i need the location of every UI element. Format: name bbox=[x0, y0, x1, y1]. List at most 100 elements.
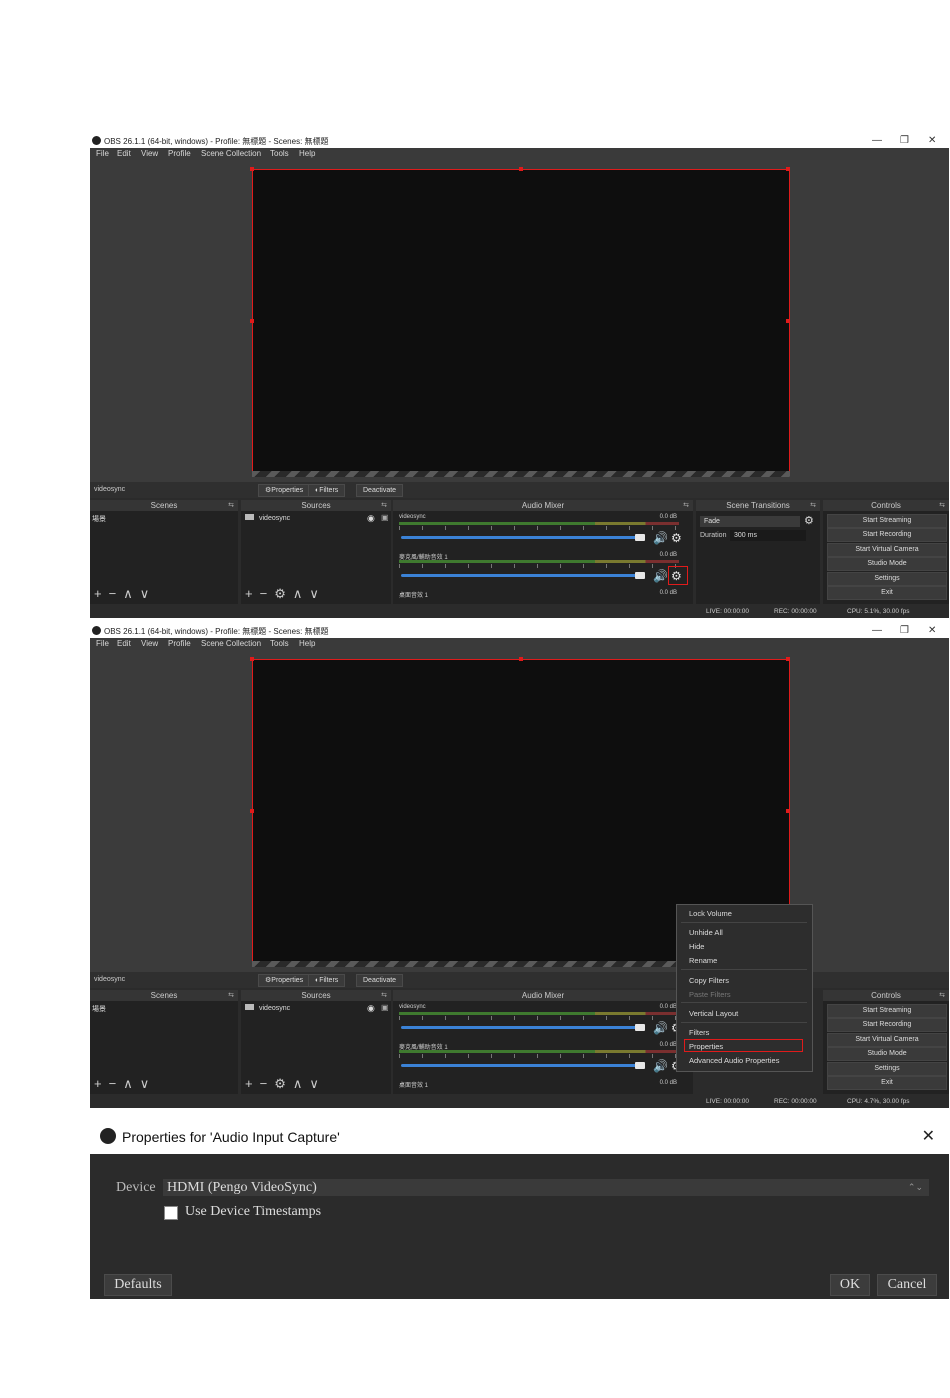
add-source-button[interactable]: + bbox=[245, 586, 256, 601]
eye-icon[interactable]: ◉ bbox=[367, 513, 375, 524]
resize-handle[interactable] bbox=[250, 657, 254, 661]
source-item[interactable]: videosync bbox=[245, 514, 290, 522]
remove-scene-button[interactable]: − bbox=[109, 586, 120, 601]
resize-handle[interactable] bbox=[519, 657, 523, 661]
settings-button[interactable]: Settings bbox=[827, 572, 947, 586]
scene-item[interactable]: 場景 bbox=[92, 1004, 106, 1014]
menu-item-unhide-all[interactable]: Unhide All bbox=[689, 928, 723, 937]
device-select[interactable]: HDMI (Pengo VideoSync) ⌃⌄ bbox=[163, 1179, 929, 1196]
studio-mode-button[interactable]: Studio Mode bbox=[827, 1047, 947, 1061]
ok-button[interactable]: OK bbox=[830, 1274, 870, 1296]
dock-menu-icon[interactable]: ⇆ bbox=[810, 500, 816, 511]
deactivate-button[interactable]: Deactivate bbox=[356, 484, 404, 497]
speaker-icon[interactable]: 🔊 bbox=[653, 1021, 668, 1035]
dock-menu-icon[interactable]: ⇆ bbox=[683, 500, 689, 511]
menu-item-filters[interactable]: Filters bbox=[689, 1028, 709, 1037]
menu-item-copy-filters[interactable]: Copy Filters bbox=[689, 976, 729, 985]
eye-icon[interactable]: ◉ bbox=[367, 1003, 375, 1014]
lock-icon[interactable]: ▣ bbox=[381, 513, 389, 522]
settings-button[interactable]: Settings bbox=[827, 1062, 947, 1076]
move-up-button[interactable]: ∧ bbox=[123, 586, 136, 601]
start-virtual-camera-button[interactable]: Start Virtual Camera bbox=[827, 1033, 947, 1047]
move-up-button[interactable]: ∧ bbox=[293, 586, 306, 601]
dock-menu-icon[interactable]: ⇆ bbox=[381, 990, 387, 1001]
menu-edit[interactable]: Edit bbox=[117, 149, 131, 158]
volume-slider-knob[interactable] bbox=[635, 1024, 645, 1031]
volume-slider-knob[interactable] bbox=[635, 534, 645, 541]
exit-button[interactable]: Exit bbox=[827, 586, 947, 600]
add-source-button[interactable]: + bbox=[245, 1076, 256, 1091]
source-item[interactable]: videosync bbox=[245, 1004, 290, 1012]
defaults-button[interactable]: Defaults bbox=[104, 1274, 172, 1296]
menu-profile[interactable]: Profile bbox=[168, 639, 191, 648]
menu-item-rename[interactable]: Rename bbox=[689, 956, 717, 965]
maximize-button[interactable]: ❐ bbox=[900, 624, 909, 638]
start-recording-button[interactable]: Start Recording bbox=[827, 1018, 947, 1032]
menu-tools[interactable]: Tools bbox=[270, 639, 289, 648]
filters-button[interactable]: ◐Filters bbox=[308, 484, 346, 497]
menu-item-hide[interactable]: Hide bbox=[689, 942, 704, 951]
resize-handle[interactable] bbox=[250, 809, 254, 813]
volume-slider[interactable] bbox=[401, 574, 645, 577]
scene-item[interactable]: 場景 bbox=[92, 514, 106, 524]
menu-tools[interactable]: Tools bbox=[270, 149, 289, 158]
add-scene-button[interactable]: + bbox=[94, 586, 105, 601]
close-button[interactable]: ✕ bbox=[928, 134, 936, 148]
move-down-button[interactable]: ∨ bbox=[140, 1076, 153, 1091]
dock-menu-icon[interactable]: ⇆ bbox=[381, 500, 387, 511]
minimize-button[interactable]: — bbox=[872, 134, 882, 148]
resize-handle[interactable] bbox=[250, 167, 254, 171]
remove-source-button[interactable]: − bbox=[260, 1076, 271, 1091]
resize-handle[interactable] bbox=[786, 319, 790, 323]
volume-slider-knob[interactable] bbox=[635, 572, 645, 579]
resize-handle[interactable] bbox=[786, 809, 790, 813]
dock-menu-icon[interactable]: ⇆ bbox=[939, 500, 945, 511]
properties-button[interactable]: ⚙Properties bbox=[258, 484, 311, 497]
duration-input[interactable]: 300 ms bbox=[730, 530, 806, 541]
menu-scene-collection[interactable]: Scene Collection bbox=[201, 149, 261, 158]
resize-handle[interactable] bbox=[519, 167, 523, 171]
menu-help[interactable]: Help bbox=[299, 149, 315, 158]
volume-slider[interactable] bbox=[401, 1026, 645, 1029]
menu-scene-collection[interactable]: Scene Collection bbox=[201, 639, 261, 648]
resize-handle[interactable] bbox=[250, 319, 254, 323]
menu-view[interactable]: View bbox=[141, 639, 158, 648]
gear-icon[interactable]: ⚙ bbox=[671, 531, 682, 545]
preview-canvas[interactable] bbox=[250, 167, 790, 473]
maximize-button[interactable]: ❐ bbox=[900, 134, 909, 148]
dock-menu-icon[interactable]: ⇆ bbox=[939, 990, 945, 1001]
move-up-button[interactable]: ∧ bbox=[293, 1076, 306, 1091]
remove-source-button[interactable]: − bbox=[260, 586, 271, 601]
close-button[interactable]: ✕ bbox=[928, 624, 936, 638]
source-settings-button[interactable]: ⚙ bbox=[274, 586, 289, 601]
volume-slider-knob[interactable] bbox=[635, 1062, 645, 1069]
lock-icon[interactable]: ▣ bbox=[381, 1003, 389, 1012]
menu-item-vertical-layout[interactable]: Vertical Layout bbox=[689, 1009, 738, 1018]
menu-item-lock-volume[interactable]: Lock Volume bbox=[689, 909, 732, 918]
filters-button[interactable]: ◐Filters bbox=[308, 974, 346, 987]
studio-mode-button[interactable]: Studio Mode bbox=[827, 557, 947, 571]
move-up-button[interactable]: ∧ bbox=[123, 1076, 136, 1091]
minimize-button[interactable]: — bbox=[872, 624, 882, 638]
move-down-button[interactable]: ∨ bbox=[309, 1076, 322, 1091]
menu-file[interactable]: File bbox=[96, 639, 109, 648]
menu-edit[interactable]: Edit bbox=[117, 639, 131, 648]
speaker-icon[interactable]: 🔊 bbox=[653, 531, 668, 545]
properties-button[interactable]: ⚙Properties bbox=[258, 974, 311, 987]
start-virtual-camera-button[interactable]: Start Virtual Camera bbox=[827, 543, 947, 557]
speaker-icon[interactable]: 🔊 bbox=[653, 569, 668, 583]
gear-icon[interactable]: ⚙ bbox=[804, 514, 814, 527]
menu-help[interactable]: Help bbox=[299, 639, 315, 648]
deactivate-button[interactable]: Deactivate bbox=[356, 974, 404, 987]
volume-slider[interactable] bbox=[401, 1064, 645, 1067]
resize-handle[interactable] bbox=[786, 657, 790, 661]
transition-select[interactable]: Fade bbox=[700, 516, 800, 527]
speaker-icon[interactable]: 🔊 bbox=[653, 1059, 668, 1073]
use-device-timestamps-checkbox[interactable] bbox=[164, 1206, 178, 1220]
start-recording-button[interactable]: Start Recording bbox=[827, 528, 947, 542]
menu-item-advanced-audio-properties[interactable]: Advanced Audio Properties bbox=[689, 1056, 779, 1065]
start-streaming-button[interactable]: Start Streaming bbox=[827, 1004, 947, 1018]
resize-handle[interactable] bbox=[786, 167, 790, 171]
start-streaming-button[interactable]: Start Streaming bbox=[827, 514, 947, 528]
menu-file[interactable]: File bbox=[96, 149, 109, 158]
